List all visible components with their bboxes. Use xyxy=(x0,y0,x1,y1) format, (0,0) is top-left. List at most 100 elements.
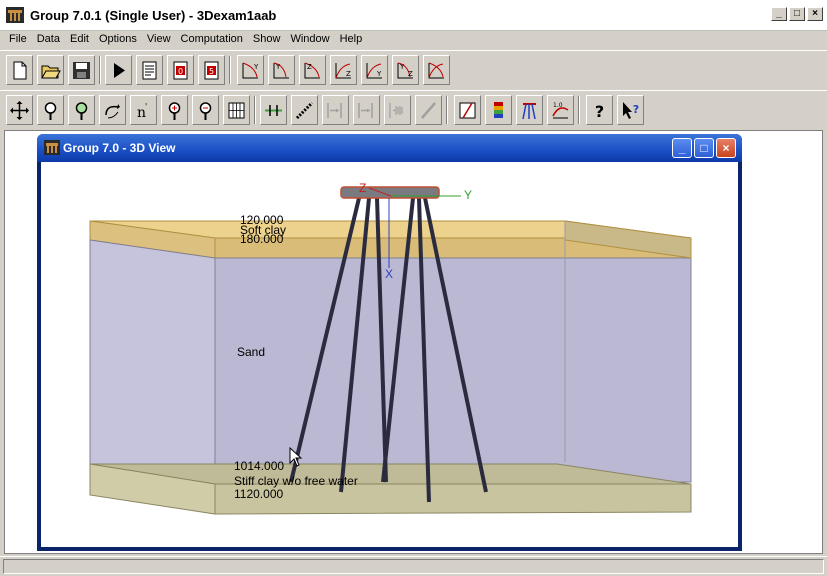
menu-edit[interactable]: Edit xyxy=(65,31,94,49)
color-legend-button[interactable] xyxy=(485,95,512,125)
z-axis-label: Z xyxy=(359,181,367,195)
help-icon: ? xyxy=(595,102,604,121)
menu-window[interactable]: Window xyxy=(285,31,334,49)
child-minimize-button[interactable]: _ xyxy=(672,138,692,158)
run-button[interactable] xyxy=(105,55,132,85)
menu-file[interactable]: File xyxy=(4,31,32,49)
zy-displacement-button[interactable]: Y xyxy=(361,55,388,85)
3d-view-title: Group 7.0 - 3D View xyxy=(63,141,176,155)
x-axis-label: X xyxy=(385,267,394,281)
sand-layer-front xyxy=(214,257,692,483)
batter-icon xyxy=(459,102,476,118)
pile-slope-icon xyxy=(421,101,436,119)
child-app-icon xyxy=(44,140,60,155)
menu-show[interactable]: Show xyxy=(248,31,286,49)
menu-computation[interactable]: Computation xyxy=(176,31,248,49)
svg-text:?: ? xyxy=(595,102,604,121)
zx-displacement-icon: Z xyxy=(304,62,320,78)
context-help-button[interactable]: ? xyxy=(617,95,644,125)
zoom-fit-icon xyxy=(75,101,88,120)
pile-head-button[interactable] xyxy=(260,95,287,125)
menu-view[interactable]: View xyxy=(142,31,176,49)
report-0-button[interactable]: 0 xyxy=(167,55,194,85)
3d-view-titlebar[interactable]: Group 7.0 - 3D View _ □ × xyxy=(37,134,742,162)
zoom-plus-icon xyxy=(168,101,181,120)
title-bar: Group 7.0.1 (Single User) - 3Dexam1aab _… xyxy=(0,0,827,31)
yx-rotation-button[interactable]: Y xyxy=(268,55,295,85)
zoom-minus-icon xyxy=(199,101,212,120)
stiff-clay-top-depth: 1014.000 xyxy=(234,459,285,473)
zoom-fit-button[interactable] xyxy=(68,95,95,125)
soft-clay-bottom-depth: 180.000 xyxy=(240,232,284,246)
standard-toolbar: 0 5 Y Y Z Z Y YZ xyxy=(0,50,827,89)
zyx-icon xyxy=(428,62,444,78)
child-maximize-button[interactable]: □ xyxy=(694,138,714,158)
menu-help[interactable]: Help xyxy=(335,31,368,49)
zoom-plus-button[interactable] xyxy=(161,95,188,125)
menu-options[interactable]: Options xyxy=(94,31,142,49)
open-button[interactable] xyxy=(37,55,64,85)
zoom-in-icon xyxy=(44,101,57,120)
svg-text:5: 5 xyxy=(209,67,214,76)
close-button[interactable]: × xyxy=(807,7,823,21)
yz-rotation-button[interactable]: YZ xyxy=(392,55,419,85)
zx-displacement-button[interactable]: Z xyxy=(299,55,326,85)
app-icon xyxy=(6,7,24,23)
zoom-minus-button[interactable] xyxy=(192,95,219,125)
xz-displacement-button[interactable]: Z xyxy=(330,55,357,85)
svg-text:Y: Y xyxy=(253,63,259,71)
child-close-button[interactable]: × xyxy=(716,138,736,158)
output-button[interactable] xyxy=(136,55,163,85)
stiff-clay-layer-front xyxy=(214,483,692,515)
svg-text:Z: Z xyxy=(408,70,413,78)
menu-bar: File Data Edit Options View Computation … xyxy=(0,31,827,49)
soil-pile-3d-model[interactable] xyxy=(41,162,738,547)
soil-profile-icon: 1.0 xyxy=(552,102,569,118)
pile-group-icon xyxy=(522,102,536,119)
save-button[interactable] xyxy=(68,55,95,85)
pile-force-button[interactable] xyxy=(322,95,349,125)
open-folder-icon xyxy=(41,65,61,78)
pile-link-button[interactable] xyxy=(291,95,318,125)
rotate-button[interactable] xyxy=(99,95,126,125)
svg-text:': ' xyxy=(145,102,147,111)
svg-text:0: 0 xyxy=(178,67,183,76)
yz-rotation-icon: YZ xyxy=(397,62,413,78)
xz-displacement-icon: Z xyxy=(335,62,351,78)
batter-button[interactable] xyxy=(454,95,481,125)
output-page-icon xyxy=(142,61,157,79)
node-icon: n' xyxy=(137,102,147,121)
zy-displacement-icon: Y xyxy=(366,62,382,78)
yx-displacement-button[interactable]: Y xyxy=(237,55,264,85)
maximize-button[interactable]: □ xyxy=(789,7,805,21)
save-disk-icon xyxy=(73,61,90,79)
svg-text:Z: Z xyxy=(307,63,312,71)
pile-slope-button[interactable] xyxy=(415,95,442,125)
report-5-button[interactable]: 5 xyxy=(198,55,225,85)
pile-group-button[interactable] xyxy=(516,95,543,125)
menu-data[interactable]: Data xyxy=(32,31,65,49)
node-button[interactable]: n ' xyxy=(130,95,157,125)
zyx-button[interactable] xyxy=(423,55,450,85)
stiff-clay-name: Stiff clay w/o free water xyxy=(234,474,358,488)
grid-view-button[interactable] xyxy=(223,95,250,125)
new-file-button[interactable] xyxy=(6,55,33,85)
pile-spring-icon xyxy=(389,102,403,118)
y-axis-label: Y xyxy=(464,188,473,202)
mouse-cursor-icon xyxy=(289,447,303,467)
minimize-button[interactable]: _ xyxy=(771,7,787,21)
3d-view-window: Group 7.0 - 3D View _ □ × Z Y X 120.000 … xyxy=(37,134,742,551)
3d-viewport[interactable]: Z Y X 120.000 Soft clay 180.000 Sand 101… xyxy=(41,162,738,547)
zoom-in-button[interactable] xyxy=(37,95,64,125)
svg-text:Y: Y xyxy=(399,63,405,71)
help-button[interactable]: ? xyxy=(586,95,613,125)
grid-view-icon xyxy=(228,102,245,118)
soil-profile-button[interactable]: 1.0 xyxy=(547,95,574,125)
yx-rotation-icon: Y xyxy=(273,62,289,78)
svg-text:?: ? xyxy=(633,103,639,116)
pile-spring-button[interactable] xyxy=(384,95,411,125)
pile-moment-button[interactable] xyxy=(353,95,380,125)
window-title: Group 7.0.1 (Single User) - 3Dexam1aab xyxy=(30,8,277,23)
pile-link-icon xyxy=(295,101,314,119)
pan-button[interactable] xyxy=(6,95,33,125)
